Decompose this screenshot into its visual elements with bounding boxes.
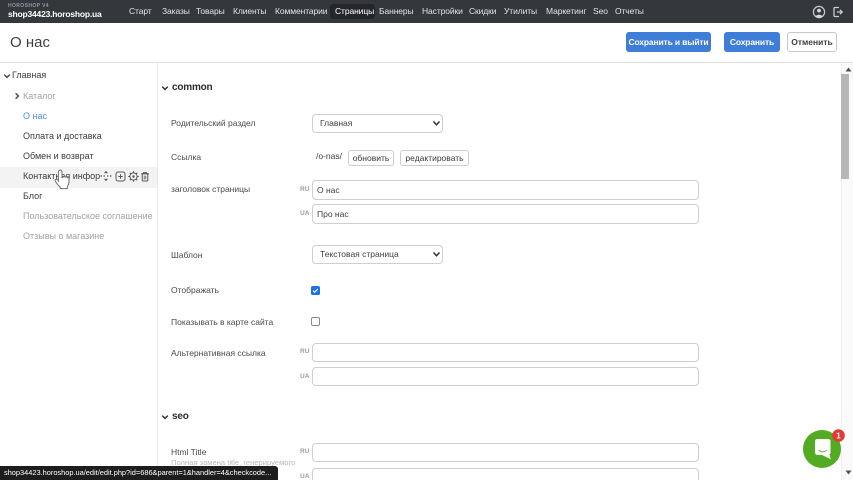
svg-text:1: 1 <box>836 432 841 441</box>
